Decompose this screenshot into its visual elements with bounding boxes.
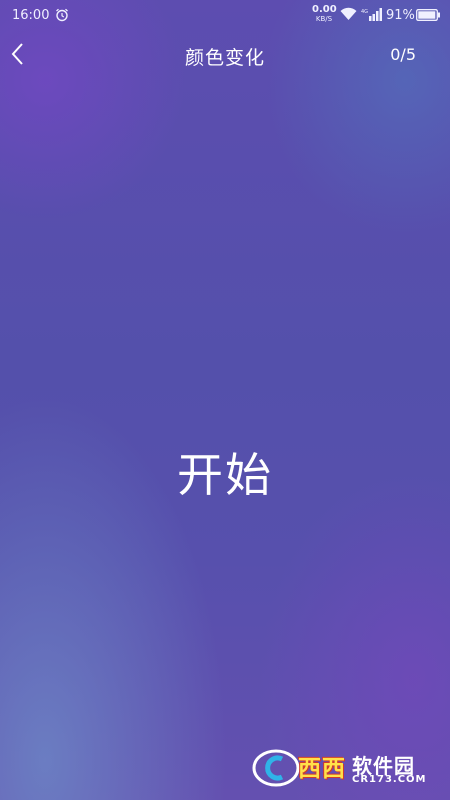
battery-icon — [416, 9, 440, 21]
wifi-icon — [340, 7, 357, 20]
status-time: 16:00 — [12, 8, 50, 23]
network-speed-unit: KB/S — [315, 15, 333, 23]
header: 颜色变化 0/5 — [0, 32, 450, 76]
network-speed: 0.00 KB/S — [312, 4, 337, 24]
logo-mark-icon — [252, 749, 300, 787]
watermark-brand: 西西 — [298, 756, 346, 782]
start-button[interactable]: 开始 — [125, 440, 325, 510]
battery-percent: 91% — [386, 8, 415, 23]
status-bar: 16:00 0.00 KB/S 4G 91% — [0, 0, 450, 32]
network-type-label: 4G — [361, 9, 368, 15]
page-title: 颜色变化 — [184, 47, 265, 69]
alarm-icon — [56, 8, 68, 22]
signal-icon: 4G — [361, 8, 382, 21]
watermark-domain: CR173.COM — [352, 774, 427, 785]
progress-counter: 0/5 — [390, 45, 416, 64]
watermark-logo: 西西 软件园 CR173.COM — [252, 746, 442, 790]
network-speed-value: 0.00 — [312, 4, 337, 15]
